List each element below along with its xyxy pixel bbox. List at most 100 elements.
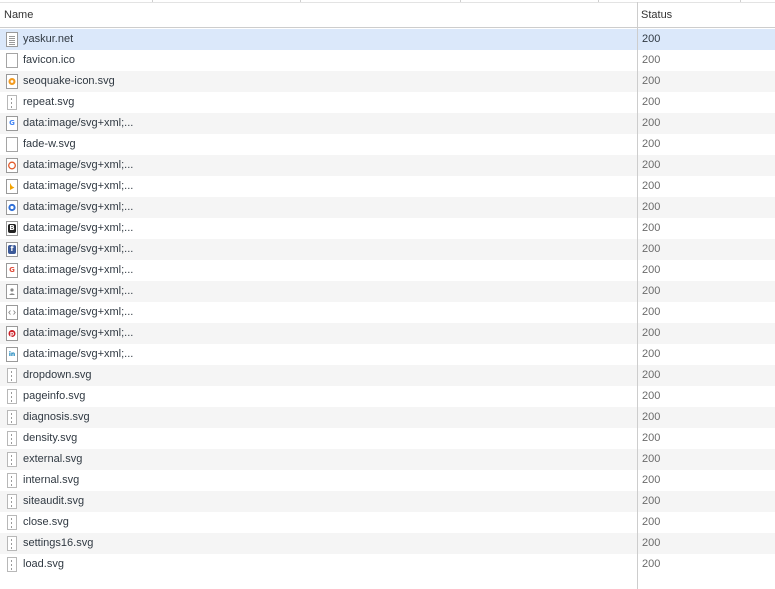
document-icon (6, 32, 18, 47)
request-status: 200 (642, 306, 661, 318)
request-name-cell[interactable]: yaskur.net (0, 29, 636, 50)
circle-icon (6, 158, 18, 173)
request-name: data:image/svg+xml;... (23, 117, 134, 129)
request-row[interactable]: favicon.ico 200 (0, 50, 775, 71)
request-status: 200 (642, 432, 661, 444)
request-row[interactable]: load.svg 200 (0, 554, 775, 575)
request-status: 200 (642, 369, 661, 381)
network-panel: Name Status yaskur.net 200 favicon.ico 200 s… (0, 0, 775, 589)
request-name-cell[interactable]: settings16.svg (0, 533, 636, 554)
request-name: data:image/svg+xml;... (23, 348, 134, 360)
request-name: data:image/svg+xml;... (23, 180, 134, 192)
request-row[interactable]: data:image/svg+xml;... 200 (0, 197, 775, 218)
request-name-cell[interactable]: data:image/svg+xml;... (0, 281, 636, 302)
request-name-cell[interactable]: load.svg (0, 554, 636, 575)
svg-file-icon (7, 536, 17, 551)
column-header-name[interactable]: Name (0, 3, 640, 28)
request-name-cell[interactable]: data:image/svg+xml;... (0, 176, 636, 197)
request-row[interactable]: diagnosis.svg 200 (0, 407, 775, 428)
svg-file-icon (7, 368, 17, 383)
request-name-cell[interactable]: Gdata:image/svg+xml;... (0, 113, 636, 134)
request-row[interactable]: yaskur.net 200 (0, 29, 775, 50)
request-name-cell[interactable]: data:image/svg+xml;... (0, 302, 636, 323)
request-name-cell[interactable]: siteaudit.svg (0, 491, 636, 512)
request-row[interactable]: fade-w.svg 200 (0, 134, 775, 155)
bing-icon (6, 179, 18, 194)
request-name: internal.svg (23, 474, 80, 486)
request-status: 200 (642, 159, 661, 171)
request-row[interactable]: Bdata:image/svg+xml;... 200 (0, 218, 775, 239)
svg-file-icon (7, 494, 17, 509)
request-name: load.svg (23, 558, 64, 570)
svg-file-icon (7, 452, 17, 467)
request-name: yaskur.net (23, 33, 74, 45)
request-row[interactable]: dropdown.svg 200 (0, 365, 775, 386)
request-row[interactable]: data:image/svg+xml;... 200 (0, 155, 775, 176)
request-status: 200 (642, 138, 661, 150)
request-status: 200 (642, 96, 661, 108)
request-status: 200 (642, 537, 661, 549)
request-row[interactable]: external.svg 200 (0, 449, 775, 470)
request-status: 200 (642, 180, 661, 192)
request-name-cell[interactable]: data:image/svg+xml;... (0, 155, 636, 176)
request-row[interactable]: close.svg 200 (0, 512, 775, 533)
request-name: external.svg (23, 453, 83, 465)
request-row[interactable]: Gdata:image/svg+xml;... 200 (0, 260, 775, 281)
request-row[interactable]: data:image/svg+xml;... 200 (0, 302, 775, 323)
request-name: settings16.svg (23, 537, 94, 549)
request-name-cell[interactable]: external.svg (0, 449, 636, 470)
request-row[interactable]: Gdata:image/svg+xml;... 200 (0, 113, 775, 134)
svg-file-icon (7, 557, 17, 572)
request-name-cell[interactable]: diagnosis.svg (0, 407, 636, 428)
column-header-status[interactable]: Status (637, 3, 775, 28)
request-row[interactable]: internal.svg 200 (0, 470, 775, 491)
request-row[interactable]: pageinfo.svg 200 (0, 386, 775, 407)
request-status: 200 (642, 285, 661, 297)
request-name: dropdown.svg (23, 369, 92, 381)
request-row[interactable]: data:image/svg+xml;... 200 (0, 281, 775, 302)
request-row[interactable]: data:image/svg+xml;... 200 (0, 176, 775, 197)
request-row[interactable]: repeat.svg 200 (0, 92, 775, 113)
request-row[interactable]: density.svg 200 (0, 428, 775, 449)
request-name-cell[interactable]: f data:image/svg+xml;... (0, 239, 636, 260)
request-row[interactable]: settings16.svg 200 (0, 533, 775, 554)
request-status: 200 (642, 516, 661, 528)
request-name: data:image/svg+xml;... (23, 327, 134, 339)
request-status: 200 (642, 222, 661, 234)
request-name-cell[interactable]: dropdown.svg (0, 365, 636, 386)
request-name: data:image/svg+xml;... (23, 243, 134, 255)
request-name-cell[interactable]: favicon.ico (0, 50, 636, 71)
request-row[interactable]: in data:image/svg+xml;... 200 (0, 344, 775, 365)
request-status: 200 (642, 558, 661, 570)
request-name-cell[interactable]: internal.svg (0, 470, 636, 491)
request-name-cell[interactable]: seoquake-icon.svg (0, 71, 636, 92)
request-name-cell[interactable]: Gdata:image/svg+xml;... (0, 260, 636, 281)
request-name-cell[interactable]: p data:image/svg+xml;... (0, 323, 636, 344)
request-row[interactable]: f data:image/svg+xml;... 200 (0, 239, 775, 260)
svg-file-icon (7, 95, 17, 110)
request-name: data:image/svg+xml;... (23, 306, 134, 318)
request-row[interactable]: p data:image/svg+xml;... 200 (0, 323, 775, 344)
request-name: repeat.svg (23, 96, 75, 108)
request-status: 200 (642, 117, 661, 129)
request-name-cell[interactable]: pageinfo.svg (0, 386, 636, 407)
request-status: 200 (642, 264, 661, 276)
request-name: data:image/svg+xml;... (23, 285, 134, 297)
request-name: siteaudit.svg (23, 495, 85, 507)
request-name-cell[interactable]: close.svg (0, 512, 636, 533)
column-divider[interactable] (637, 2, 638, 589)
request-name-cell[interactable]: in data:image/svg+xml;... (0, 344, 636, 365)
request-name-cell[interactable]: data:image/svg+xml;... (0, 197, 636, 218)
request-name-cell[interactable]: repeat.svg (0, 92, 636, 113)
request-name-cell[interactable]: Bdata:image/svg+xml;... (0, 218, 636, 239)
request-status: 200 (642, 453, 661, 465)
request-name: data:image/svg+xml;... (23, 159, 134, 171)
request-name-cell[interactable]: fade-w.svg (0, 134, 636, 155)
request-list: yaskur.net 200 favicon.ico 200 seoquake-icon… (0, 29, 775, 575)
request-name: close.svg (23, 516, 69, 528)
svg-file-icon (7, 410, 17, 425)
request-row[interactable]: seoquake-icon.svg 200 (0, 71, 775, 92)
request-name-cell[interactable]: density.svg (0, 428, 636, 449)
request-row[interactable]: siteaudit.svg 200 (0, 491, 775, 512)
request-name: fade-w.svg (23, 138, 76, 150)
